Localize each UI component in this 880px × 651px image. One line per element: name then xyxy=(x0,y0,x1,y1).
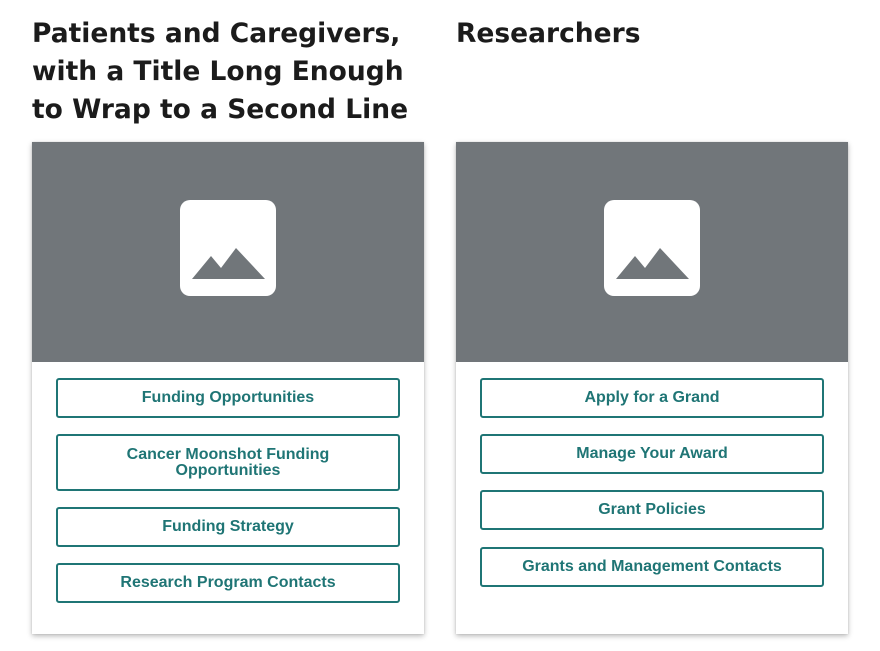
grant-policies-button[interactable]: Grant Policies xyxy=(480,490,824,530)
image-placeholder-icon xyxy=(180,200,276,296)
cancer-moonshot-funding-opportunities-button[interactable]: Cancer Moonshot Funding Opportunities xyxy=(56,434,400,491)
column-title: Researchers xyxy=(456,18,641,49)
research-program-contacts-button[interactable]: Research Program Contacts xyxy=(56,563,400,603)
funding-strategy-button[interactable]: Funding Strategy xyxy=(56,507,400,547)
card: Apply for a Grand Manage Your Award Gran… xyxy=(456,142,848,634)
apply-for-a-grand-button[interactable]: Apply for a Grand xyxy=(480,378,824,418)
manage-your-award-button[interactable]: Manage Your Award xyxy=(480,434,824,474)
card: Funding Opportunities Cancer Moonshot Fu… xyxy=(32,142,424,634)
grants-and-management-contacts-button[interactable]: Grants and Management Contacts xyxy=(480,547,824,587)
funding-opportunities-button[interactable]: Funding Opportunities xyxy=(56,378,400,418)
card-image xyxy=(456,142,848,362)
card-image xyxy=(32,142,424,362)
image-placeholder-icon xyxy=(604,200,700,296)
column-title: Patients and Caregivers, with a Title Lo… xyxy=(32,18,409,125)
